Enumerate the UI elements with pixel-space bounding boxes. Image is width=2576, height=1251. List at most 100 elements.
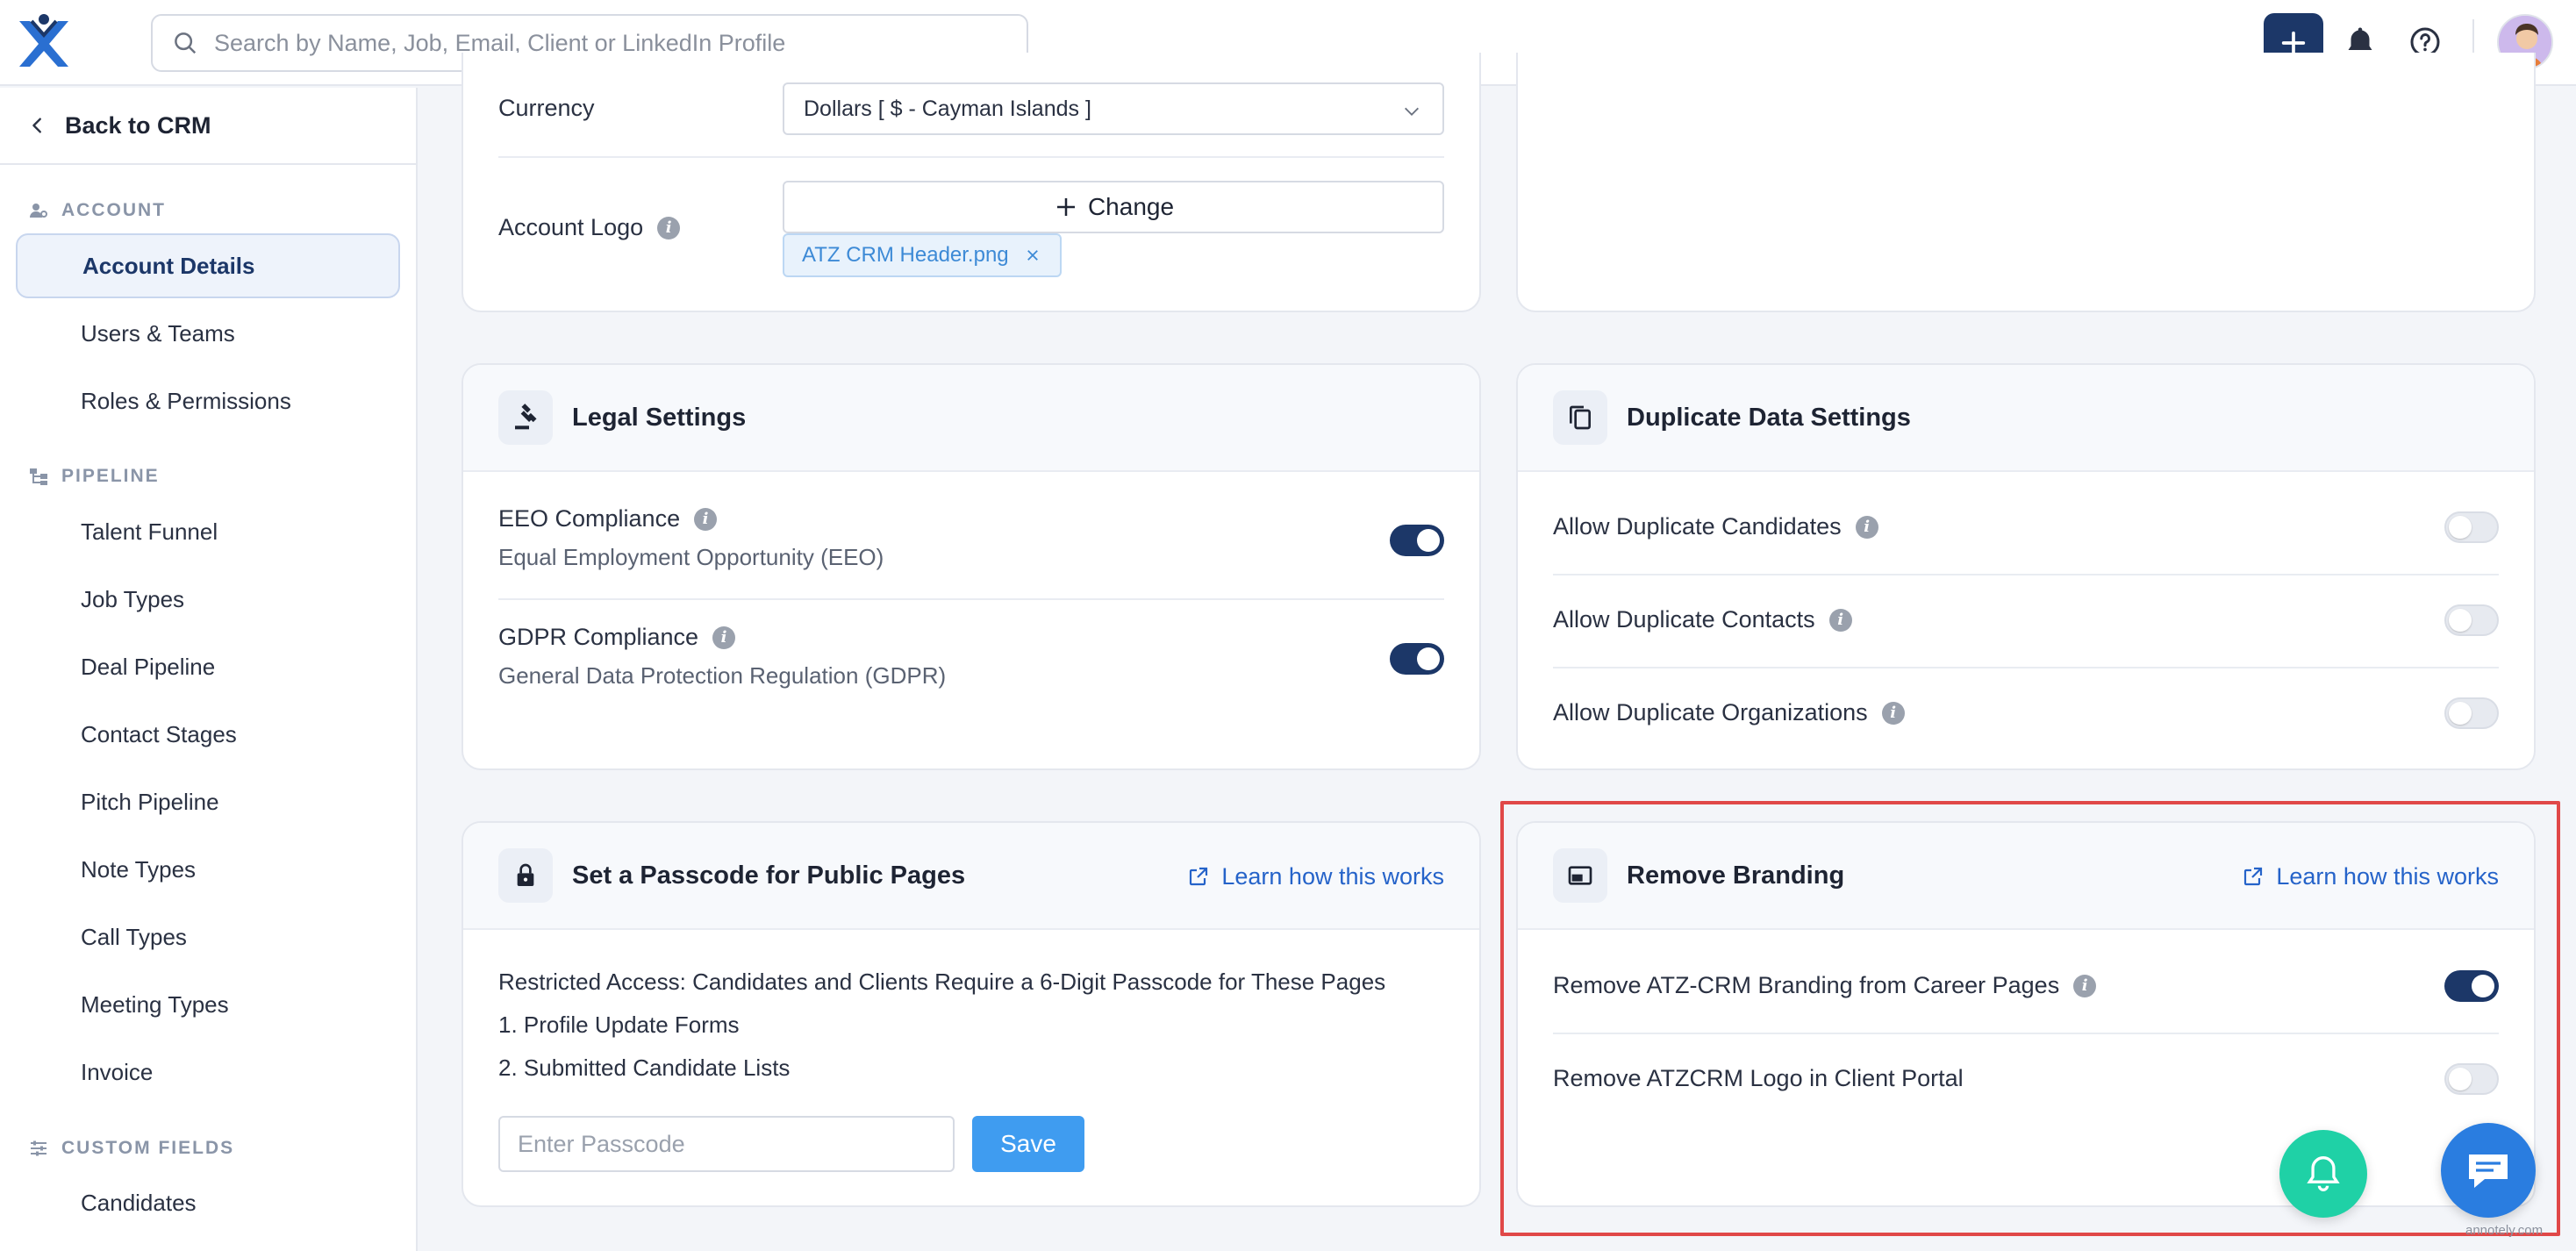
toggle-knob [2449, 702, 2472, 725]
search-icon [175, 32, 197, 54]
sidebar-item-meeting-types[interactable]: Meeting Types [16, 972, 400, 1037]
info-icon[interactable]: i [1881, 701, 1905, 725]
sidebar-item-invoice[interactable]: Invoice [16, 1040, 400, 1104]
section-account: ACCOUNT [28, 200, 166, 221]
info-icon[interactable]: i [657, 216, 681, 239]
sidebar-item-label: Deal Pipeline [81, 653, 216, 680]
sidebar-item-call-types[interactable]: Call Types [16, 904, 400, 969]
gdpr-label: GDPR Compliance [498, 624, 699, 650]
dup-candidates-label: Allow Duplicate Candidates [1553, 513, 1842, 540]
section-pipeline: PIPELINE [28, 466, 160, 487]
sidebar-item-contact-stages[interactable]: Contact Stages [16, 702, 400, 767]
lock-icon [517, 863, 534, 886]
sidebar-item-deal-pipeline[interactable]: Deal Pipeline [16, 634, 400, 699]
logo-file-name: ATZ CRM Header.png [802, 243, 1009, 267]
account-icon [30, 204, 47, 218]
sidebar-item-candidates[interactable]: Candidates [16, 1170, 400, 1235]
chevron-down-icon [1405, 107, 1419, 116]
watermark: annotely.com [2465, 1223, 2544, 1238]
passcode-input[interactable] [498, 1116, 955, 1172]
sidebar-item-label: Note Types [81, 855, 197, 883]
gavel-icon [515, 404, 537, 430]
gdpr-label-row: GDPR Compliance i [498, 624, 736, 651]
dup-organizations-row: Allow Duplicate Organizations i [1553, 699, 1905, 726]
sidebar-item-talent-funnel[interactable]: Talent Funnel [16, 499, 400, 564]
notifications-fab[interactable] [2279, 1130, 2367, 1218]
bell-icon [2307, 1156, 2340, 1191]
section-pipeline-label: PIPELINE [61, 466, 160, 486]
sidebar-item-pitch-pipeline[interactable]: Pitch Pipeline [16, 769, 400, 834]
sidebar-item-label: Roles & Permissions [81, 387, 291, 414]
sidebar-item-label: Invoice [81, 1058, 154, 1085]
sidebar-item-label: Call Types [81, 923, 187, 950]
chat-fab[interactable] [2441, 1123, 2536, 1218]
copy-icon [1570, 405, 1591, 430]
change-logo-label: Change [1087, 193, 1175, 220]
section-custom-fields-label: CUSTOM FIELDS [61, 1138, 235, 1158]
duplicate-data-title: Duplicate Data Settings [1627, 403, 1911, 432]
eeo-label-row: EEO Compliance i [498, 505, 718, 533]
currency-select[interactable]: Dollars [ $ - Cayman Islands ] [783, 82, 1444, 135]
change-logo-button[interactable]: Change [783, 181, 1444, 233]
pipeline-icon [30, 468, 47, 485]
sliders-icon [31, 1140, 47, 1156]
dup-contacts-label: Allow Duplicate Contacts [1553, 606, 1815, 633]
passcode-title: Set a Passcode for Public Pages [572, 861, 966, 890]
sidebar-item-label: Users & Teams [81, 319, 235, 347]
close-icon[interactable] [1025, 247, 1041, 263]
passcode-learn-label: Learn how this works [1221, 862, 1444, 890]
sidebar: Back to CRM ACCOUNT Account Details User… [0, 88, 418, 1251]
sidebar-item-label: Candidates [81, 1189, 197, 1216]
toggle-knob [1417, 529, 1440, 552]
eeo-sub: Equal Employment Opportunity (EEO) [498, 544, 884, 570]
info-icon[interactable]: i [1855, 515, 1878, 539]
gdpr-toggle[interactable] [1390, 643, 1444, 675]
gdpr-sub: General Data Protection Regulation (GDPR… [498, 662, 947, 689]
currency-value: Dollars [ $ - Cayman Islands ] [804, 96, 1091, 121]
sidebar-item-label: Job Types [81, 585, 185, 612]
passcode-description: Restricted Access: Candidates and Client… [498, 969, 1386, 995]
passcode-learn-link[interactable]: Learn how this works [1188, 823, 1444, 930]
save-button[interactable]: Save [972, 1116, 1084, 1172]
eeo-label: EEO Compliance [498, 505, 681, 532]
currency-label: Currency [498, 95, 595, 121]
plus-icon [1056, 198, 1075, 216]
legal-settings-header: Legal Settings [463, 365, 1479, 472]
sidebar-item-label: Meeting Types [81, 990, 229, 1018]
logo-file-tag: ATZ CRM Header.png [783, 233, 1062, 277]
eeo-toggle[interactable] [1390, 525, 1444, 556]
gavel-icon-wrap [498, 390, 553, 445]
external-link-icon [1190, 867, 1208, 886]
row-divider [498, 598, 1444, 600]
lock-icon-wrap [498, 848, 553, 903]
passcode-list-item: 1. Profile Update Forms [498, 1012, 740, 1038]
sidebar-item-note-types[interactable]: Note Types [16, 837, 400, 902]
sidebar-item-label: Talent Funnel [81, 518, 218, 545]
back-to-crm-link[interactable]: Back to CRM [0, 88, 416, 165]
row-divider [1553, 574, 2499, 575]
info-icon[interactable]: i [1828, 608, 1852, 632]
settings-card-top-right [1516, 53, 2536, 312]
passcode-list-item: 2. Submitted Candidate Lists [498, 1054, 791, 1081]
sidebar-item-users-teams[interactable]: Users & Teams [16, 301, 400, 366]
toggle-knob [2449, 516, 2472, 539]
sidebar-item-label: Account Details [82, 252, 255, 279]
info-icon[interactable]: i [694, 507, 718, 531]
info-icon[interactable]: i [712, 626, 736, 649]
app-logo[interactable] [12, 12, 75, 75]
dup-contacts-row: Allow Duplicate Contacts i [1553, 606, 1852, 633]
dup-organizations-label: Allow Duplicate Organizations [1553, 699, 1868, 726]
dup-candidates-toggle[interactable] [2444, 511, 2499, 543]
toggle-knob [1417, 647, 1440, 670]
account-logo-label: Account Logo [498, 214, 644, 240]
chat-icon [2469, 1154, 2508, 1188]
sidebar-item-job-types[interactable]: Job Types [16, 567, 400, 632]
duplicate-data-header: Duplicate Data Settings [1518, 365, 2534, 472]
sidebar-item-account-details[interactable]: Account Details [16, 233, 400, 298]
copy-icon-wrap [1553, 390, 1607, 445]
save-label: Save [1000, 1130, 1056, 1157]
sidebar-item-roles-permissions[interactable]: Roles & Permissions [16, 368, 400, 433]
chevron-left-icon [32, 118, 41, 133]
dup-organizations-toggle[interactable] [2444, 697, 2499, 729]
dup-contacts-toggle[interactable] [2444, 604, 2499, 636]
